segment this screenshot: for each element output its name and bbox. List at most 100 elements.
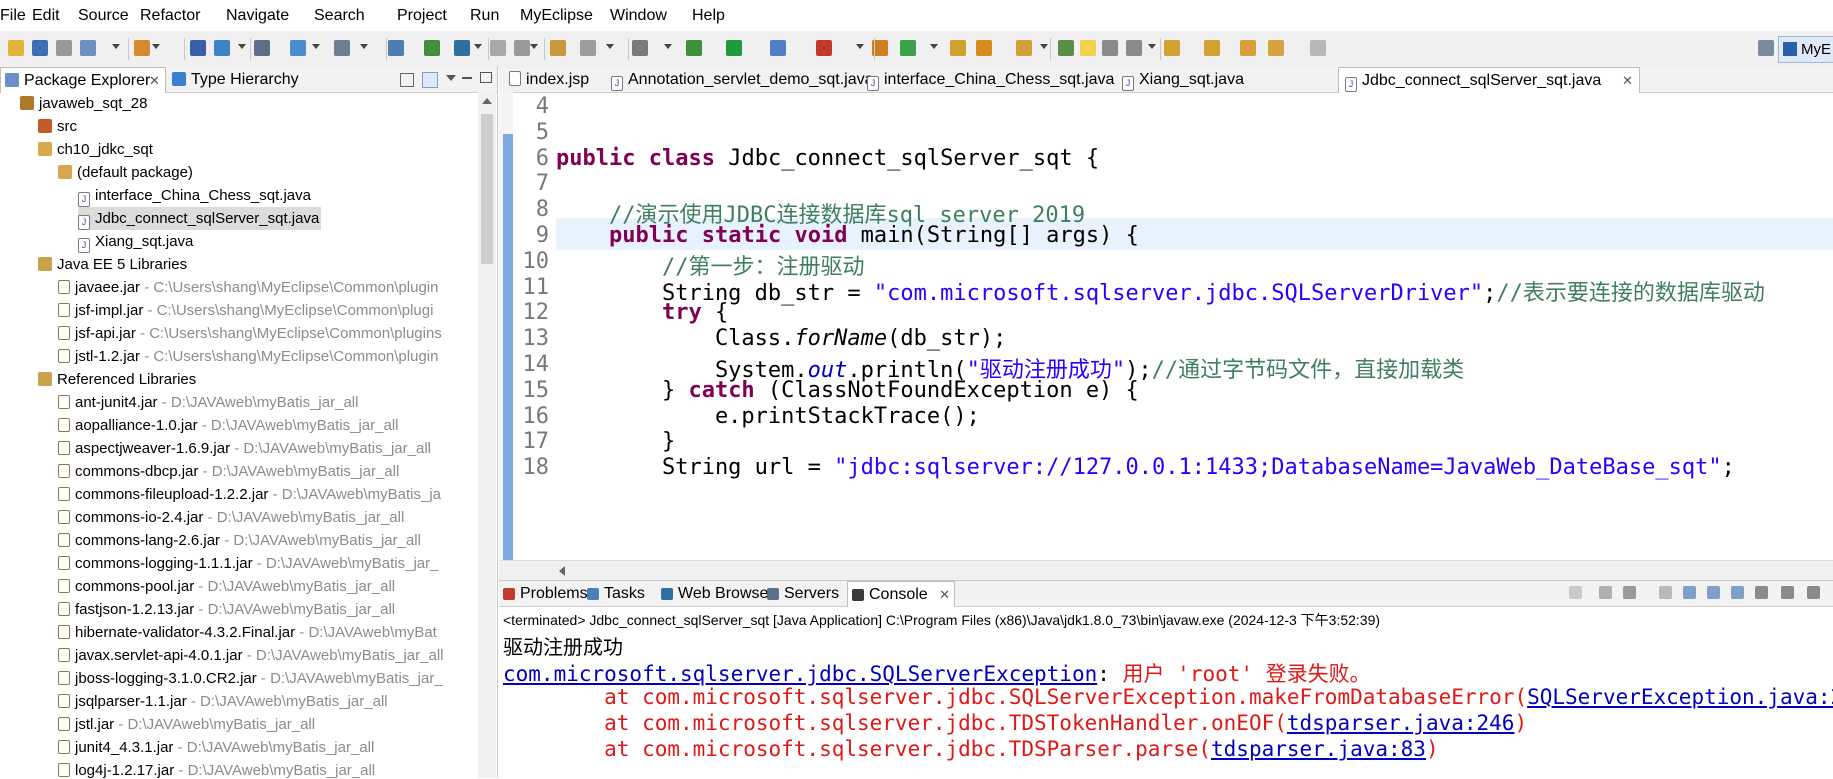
tree-vertical-scrollbar[interactable] (478, 92, 496, 778)
editor-tab[interactable]: index.jsp (503, 67, 599, 92)
tree-item[interactable]: javax.servlet-api-4.0.1.jar - D:\JAVAweb… (58, 644, 443, 667)
dropdown-arrow-icon[interactable] (930, 44, 938, 49)
maximize-icon[interactable] (480, 72, 492, 83)
code-line[interactable]: Class.forName(db_str); (556, 326, 1006, 351)
next-annotation-icon[interactable] (1164, 40, 1180, 56)
coverage-icon[interactable] (770, 40, 786, 56)
remove-all-icon[interactable] (1623, 586, 1636, 599)
dropdown-arrow-icon[interactable] (152, 44, 160, 49)
tree-item[interactable]: junit4_4.3.1.jar - D:\JAVAweb\myBatis_ja… (58, 736, 374, 759)
code-line[interactable]: } catch (ClassNotFoundException e) { (556, 378, 1139, 403)
camera-icon[interactable] (632, 40, 648, 56)
dropdown-arrow-icon[interactable] (112, 44, 120, 49)
tree-item[interactable]: aspectjweaver-1.6.9.jar - D:\JAVAweb\myB… (58, 437, 431, 460)
menu-file[interactable]: File (0, 7, 26, 25)
debug-server-icon[interactable] (334, 40, 350, 56)
view-menu-icon[interactable] (446, 75, 456, 81)
word-wrap-icon[interactable] (1707, 586, 1720, 599)
tree-item[interactable]: commons-io-2.4.jar - D:\JAVAweb\myBatis_… (58, 506, 404, 529)
tree-item[interactable]: (default package) (58, 161, 193, 184)
close-icon[interactable]: ✕ (1622, 68, 1633, 93)
dropdown-arrow-icon[interactable] (1040, 44, 1048, 49)
stack-frame-link[interactable]: tdsparser.java:83 (1211, 737, 1426, 761)
collapse-all-icon[interactable] (400, 73, 414, 87)
tree-item[interactable]: jstl-1.2.jar - C:\Users\shang\MyEclipse\… (58, 345, 438, 368)
menu-run[interactable]: Run (470, 7, 499, 25)
tree-item[interactable]: ant-junit4.jar - D:\JAVAweb\myBatis_jar_… (58, 391, 358, 414)
perspective-myeclipse[interactable]: MyE (1778, 36, 1833, 63)
toggle-mark-icon[interactable] (1058, 40, 1074, 56)
console-tab-problems[interactable]: Problems (499, 581, 588, 606)
tree-item[interactable]: hibernate-validator-4.3.2.Final.jar - D:… (58, 621, 437, 644)
tree-item[interactable]: jsf-impl.jar - C:\Users\shang\MyEclipse\… (58, 299, 433, 322)
tree-scroll-thumb[interactable] (481, 114, 493, 264)
tree-item[interactable]: aopalliance-1.0.jar - D:\JAVAweb\myBatis… (58, 414, 398, 437)
menu-edit[interactable]: Edit (32, 7, 60, 25)
tree-item[interactable]: src (38, 115, 77, 138)
code-line[interactable]: try { (556, 300, 728, 325)
tree-item[interactable]: Referenced Libraries (38, 368, 196, 391)
open-perspective-icon[interactable] (1758, 40, 1774, 56)
close-icon[interactable]: ✕ (149, 68, 160, 93)
console-tab-servers[interactable]: Servers (763, 581, 845, 606)
dropdown-arrow-icon[interactable] (312, 44, 320, 49)
exception-class-link[interactable]: com.microsoft.sqlserver.jdbc.SQLServerEx… (503, 662, 1097, 686)
menu-myeclipse[interactable]: MyEclipse (520, 7, 593, 25)
menu-source[interactable]: Source (78, 7, 129, 25)
menu-window[interactable]: Window (610, 7, 667, 25)
debug-icon[interactable] (686, 40, 702, 56)
display-console-icon[interactable] (1781, 586, 1794, 599)
tree-item[interactable]: log4j-1.2.17.jar - D:\JAVAweb\myBatis_ja… (58, 759, 375, 778)
tab-type-hierarchy[interactable]: Type Hierarchy (172, 67, 322, 92)
menu-help[interactable]: Help (692, 7, 725, 25)
new-icon[interactable] (8, 40, 24, 56)
close-icon[interactable]: ✕ (939, 582, 950, 607)
last-edit-icon[interactable] (1240, 40, 1256, 56)
console-tab-console[interactable]: Console ✕ (847, 581, 955, 607)
editor-tab[interactable]: Jinterface_China_Chess_sqt.java (861, 67, 1114, 92)
editor-tab[interactable]: J Annotation_servlet_demo_sqt.java (605, 67, 874, 92)
pin-console-icon[interactable] (1755, 586, 1768, 599)
new-project-icon[interactable] (134, 40, 150, 56)
stack-frame-link[interactable]: SQLServerException.java:262 (1527, 685, 1833, 709)
code-line[interactable]: } (556, 429, 675, 454)
add-dependency-icon[interactable] (424, 40, 440, 56)
editor-horizontal-scrollbar[interactable] (499, 560, 1833, 581)
back-icon[interactable] (1268, 40, 1284, 56)
tree-item[interactable]: fastjson-1.2.13.jar - D:\JAVAweb\myBatis… (58, 598, 395, 621)
dropdown-arrow-icon[interactable] (856, 44, 864, 49)
search-icon[interactable] (976, 40, 992, 56)
code-area[interactable]: 4 5 6 public class Jdbc_connect_sqlServer_s… (499, 92, 1833, 560)
tree-item[interactable]: J Jdbc_connect_sqlServer_sqt.java (78, 207, 322, 230)
open-folder-icon[interactable] (950, 40, 966, 56)
tree-item[interactable]: commons-fileupload-1.2.2.jar - D:\JAVAwe… (58, 483, 441, 506)
code-line[interactable]: String db_str = "com.microsoft.sqlserver… (556, 275, 1765, 307)
open-console-icon[interactable] (1807, 586, 1820, 599)
tree-item[interactable]: jsqlparser-1.1.jar - D:\JAVAweb\myBatis_… (58, 690, 388, 713)
menu-search[interactable]: Search (314, 7, 365, 25)
console-output[interactable]: 驱动注册成功 com.microsoft.sqlserver.jdbc.SQLSe… (499, 631, 1833, 779)
tree-item[interactable]: jsf-api.jar - C:\Users\shang\MyEclipse\C… (58, 322, 442, 345)
tree-item[interactable]: Java EE 5 Libraries (38, 253, 187, 276)
dropdown-arrow-icon[interactable] (664, 44, 672, 49)
refresh-icon[interactable] (900, 40, 916, 56)
dropdown-arrow-icon[interactable] (606, 44, 614, 49)
external-tools-icon[interactable] (816, 40, 832, 56)
tree-item[interactable]: Jinterface_China_Chess_sqt.java (78, 184, 311, 207)
dropdown-arrow-icon[interactable] (1148, 44, 1156, 49)
tree-item[interactable]: jboss-logging-3.1.0.CR2.jar - D:\JAVAweb… (58, 667, 443, 690)
tab-package-explorer[interactable]: Package Explorer ✕ (0, 67, 166, 93)
tree-item[interactable]: jstl.jar - D:\JAVAweb\myBatis_jar_all (58, 713, 315, 736)
new-class-icon[interactable] (550, 40, 566, 56)
dropdown-arrow-icon[interactable] (474, 44, 482, 49)
tree-item[interactable]: commons-dbcp.jar - D:\JAVAweb\myBatis_ja… (58, 460, 399, 483)
minimize-icon[interactable] (462, 77, 472, 79)
tree-item[interactable]: javaee.jar - C:\Users\shang\MyEclipse\Co… (58, 276, 439, 299)
code-line[interactable]: public class Jdbc_connect_sqlServer_sqt … (556, 146, 1099, 171)
tree-item[interactable]: commons-pool.jar - D:\JAVAweb\myBatis_ja… (58, 575, 395, 598)
web-project-icon[interactable] (388, 40, 404, 56)
tree-item[interactable]: javaweb_sqt_28 (20, 92, 147, 115)
dropdown-arrow-icon[interactable] (238, 44, 246, 49)
editor-tab[interactable]: J Xiang_sqt.java (1116, 67, 1332, 92)
code-line[interactable]: e.printStackTrace(); (556, 404, 980, 429)
